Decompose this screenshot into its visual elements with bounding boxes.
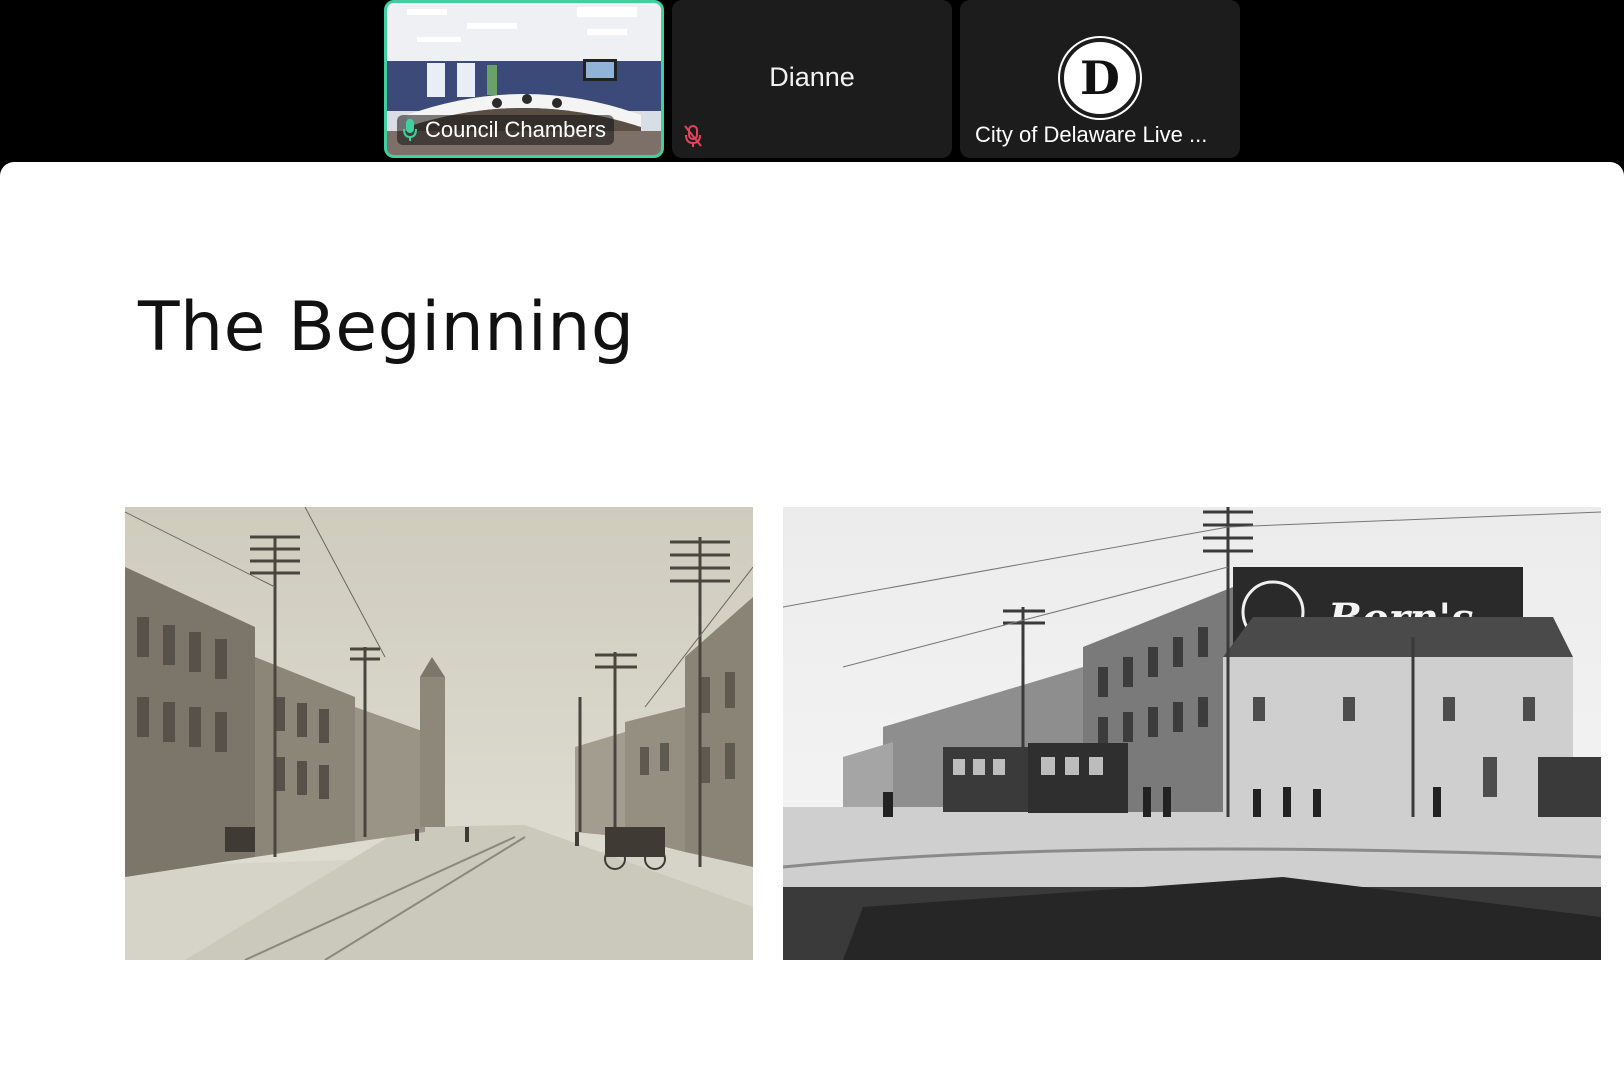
microphone-icon bbox=[403, 119, 417, 141]
participant-label: Council Chambers bbox=[397, 115, 614, 145]
muted-microphone-icon bbox=[684, 125, 702, 147]
participant-name: City of Delaware Live ... bbox=[975, 122, 1208, 147]
historic-streetcar-corner-photo: Born's bbox=[783, 507, 1601, 960]
historic-main-street-photo bbox=[125, 507, 753, 960]
participant-name: Dianne bbox=[769, 62, 855, 92]
participant-label bbox=[682, 124, 704, 148]
participant-tile-city-of-delaware[interactable]: D City of Delaware Live ... bbox=[960, 0, 1240, 158]
slide-title: The Beginning bbox=[138, 288, 635, 367]
city-logo-icon: D bbox=[1060, 38, 1140, 118]
participant-label: City of Delaware Live ... bbox=[975, 122, 1207, 148]
participant-name: Council Chambers bbox=[425, 117, 606, 142]
shared-slide: The Beginning bbox=[0, 162, 1624, 1076]
participant-tile-council-chambers[interactable]: Council Chambers bbox=[384, 0, 664, 158]
participant-tile-dianne[interactable]: Dianne bbox=[672, 0, 952, 158]
